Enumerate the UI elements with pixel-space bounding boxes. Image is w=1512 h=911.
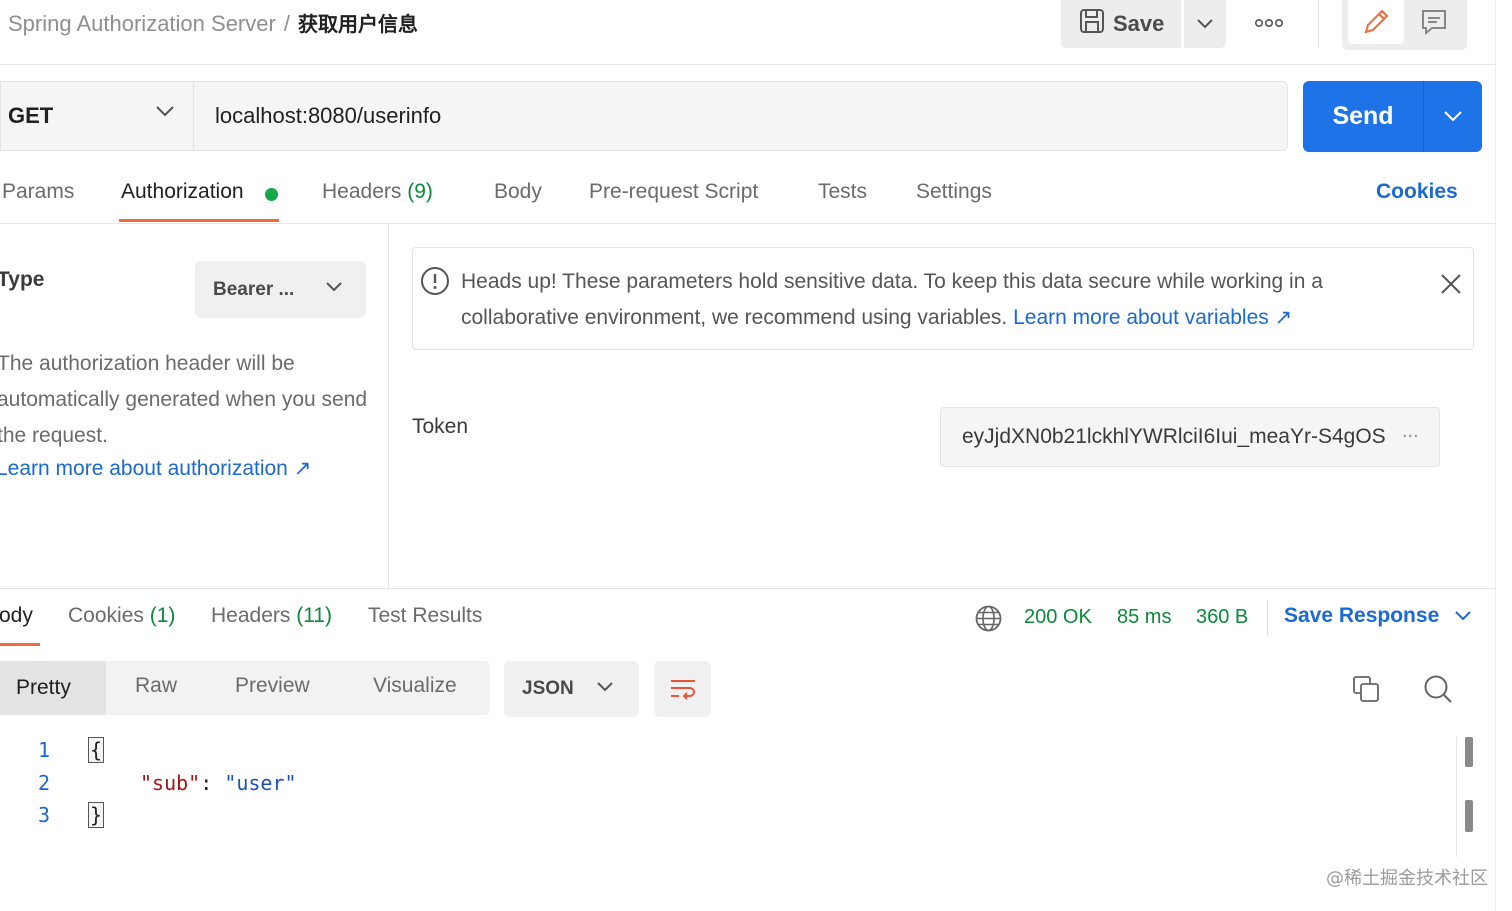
response-tab-body[interactable]: Body bbox=[0, 604, 33, 628]
response-size[interactable]: 360 B bbox=[1196, 606, 1248, 629]
scrollbar-marker[interactable] bbox=[1465, 800, 1473, 832]
send-button-label: Send bbox=[1332, 102, 1394, 130]
right-edge-panel bbox=[1495, 0, 1512, 911]
code-line-2[interactable]: "sub": "user" bbox=[140, 771, 297, 795]
method-value: GET bbox=[8, 103, 54, 128]
save-response-button[interactable]: Save Response bbox=[1284, 604, 1439, 628]
wrap-lines-button[interactable] bbox=[654, 661, 711, 717]
toolbar-divider bbox=[1318, 0, 1319, 48]
response-tab-cookies-count: (1) bbox=[149, 604, 176, 627]
learn-more-variables-link[interactable]: Learn more about variables ↗ bbox=[1013, 306, 1292, 329]
auth-description: The authorization header will be automat… bbox=[0, 352, 368, 447]
url-input[interactable]: localhost:8080/userinfo bbox=[193, 81, 1288, 151]
learn-more-authorization-link[interactable]: Learn more about authorization ↗ bbox=[0, 456, 311, 481]
tab-settings[interactable]: Settings bbox=[916, 180, 992, 204]
info-icon bbox=[421, 267, 449, 295]
response-divider bbox=[0, 588, 1495, 589]
chevron-down-icon bbox=[1444, 111, 1462, 122]
view-visualize-button[interactable]: Visualize bbox=[373, 674, 457, 698]
line-number: 3 bbox=[38, 803, 51, 827]
globe-icon[interactable] bbox=[975, 605, 1002, 632]
json-key: "sub" bbox=[140, 771, 201, 795]
token-value: eyJjdXN0b21lckhlYWRlciI6Iui_meaYr-S4gOS bbox=[962, 425, 1386, 448]
tab-body[interactable]: Body bbox=[494, 180, 542, 204]
copy-icon[interactable] bbox=[1352, 675, 1380, 703]
tab-authorization[interactable]: Authorization bbox=[121, 180, 244, 204]
save-dropdown-button[interactable] bbox=[1184, 0, 1226, 48]
send-button[interactable]: Send bbox=[1303, 81, 1423, 152]
response-tab-test-results[interactable]: Test Results bbox=[368, 604, 482, 628]
active-tab-indicator bbox=[0, 643, 40, 646]
token-input[interactable]: eyJjdXN0b21lckhlYWRlciI6Iui_meaYr-S4gOS bbox=[940, 407, 1440, 467]
tab-headers[interactable]: Headers (9) bbox=[322, 180, 433, 204]
editor-scroll-track bbox=[1456, 737, 1457, 857]
response-tab-cookies[interactable]: Cookies (1) bbox=[68, 604, 175, 628]
view-pretty-button[interactable]: Pretty bbox=[0, 661, 106, 715]
auth-type-value: Bearer ... bbox=[213, 278, 295, 300]
tab-headers-count: (9) bbox=[407, 180, 433, 203]
notice-text: Heads up! These parameters hold sensitiv… bbox=[461, 264, 1421, 336]
response-tab-headers[interactable]: Headers (11) bbox=[211, 604, 332, 628]
response-time[interactable]: 85 ms bbox=[1117, 606, 1171, 629]
tab-headers-label: Headers bbox=[322, 180, 402, 203]
more-actions-button[interactable] bbox=[1250, 10, 1288, 36]
auth-type-label: Type bbox=[0, 268, 45, 291]
tab-pre-request-script[interactable]: Pre-request Script bbox=[589, 180, 758, 204]
breadcrumb: Spring Authorization Server / 获取用户信息 bbox=[8, 8, 418, 37]
token-label: Token bbox=[412, 415, 469, 438]
code-line-3[interactable]: } bbox=[88, 802, 105, 828]
save-button[interactable]: Save bbox=[1061, 0, 1181, 48]
chevron-down-icon bbox=[326, 282, 342, 292]
language-value: JSON bbox=[522, 678, 574, 699]
status-divider bbox=[1267, 600, 1268, 636]
comments-button[interactable] bbox=[1406, 0, 1462, 44]
url-value: localhost:8080/userinfo bbox=[215, 103, 442, 128]
tab-params[interactable]: Params bbox=[2, 180, 74, 204]
code-line-1[interactable]: { bbox=[88, 737, 105, 763]
send-dropdown-button[interactable] bbox=[1423, 81, 1482, 152]
wrap-lines-icon bbox=[670, 680, 695, 700]
breadcrumb-request-name[interactable]: 获取用户信息 bbox=[298, 12, 418, 36]
save-icon bbox=[1079, 8, 1105, 40]
view-raw-button[interactable]: Raw bbox=[135, 674, 177, 698]
cookies-link[interactable]: Cookies bbox=[1376, 180, 1458, 204]
line-number: 1 bbox=[38, 738, 51, 762]
chevron-down-icon bbox=[156, 106, 174, 117]
chevron-down-icon[interactable] bbox=[1455, 611, 1471, 621]
response-status[interactable]: 200 OK bbox=[1024, 606, 1092, 629]
pencil-icon bbox=[1364, 9, 1389, 34]
breadcrumb-collection[interactable]: Spring Authorization Server bbox=[8, 11, 276, 36]
response-tab-cookies-label: Cookies bbox=[68, 604, 144, 627]
active-tab-indicator bbox=[119, 219, 279, 222]
language-select[interactable]: JSON bbox=[504, 661, 639, 717]
authorization-active-dot bbox=[265, 188, 278, 201]
breadcrumb-separator: / bbox=[283, 11, 290, 36]
response-tab-headers-label: Headers bbox=[211, 604, 291, 627]
token-ellipsis: ... bbox=[1402, 420, 1419, 442]
save-button-label: Save bbox=[1113, 11, 1165, 36]
json-value: "user" bbox=[224, 771, 297, 795]
more-horizontal-icon bbox=[1255, 18, 1283, 28]
close-brace: } bbox=[88, 802, 105, 828]
scrollbar-marker[interactable] bbox=[1465, 737, 1473, 767]
view-pretty-label: Pretty bbox=[16, 676, 71, 699]
watermark: @稀土掘金技术社区 bbox=[1326, 868, 1488, 889]
view-preview-button[interactable]: Preview bbox=[235, 674, 310, 698]
close-icon[interactable] bbox=[1439, 272, 1463, 296]
comment-icon bbox=[1422, 10, 1446, 36]
tabs-divider bbox=[0, 223, 1495, 224]
pane-divider bbox=[388, 224, 389, 588]
chevron-down-icon bbox=[1197, 19, 1213, 29]
open-brace: { bbox=[88, 737, 105, 763]
edit-mode-button[interactable] bbox=[1348, 0, 1404, 44]
json-colon: : bbox=[200, 771, 225, 795]
line-number: 2 bbox=[38, 771, 51, 795]
response-tab-headers-count: (11) bbox=[296, 604, 333, 627]
chevron-down-icon bbox=[597, 682, 613, 692]
tab-tests[interactable]: Tests bbox=[818, 180, 867, 204]
search-icon[interactable] bbox=[1423, 674, 1453, 704]
